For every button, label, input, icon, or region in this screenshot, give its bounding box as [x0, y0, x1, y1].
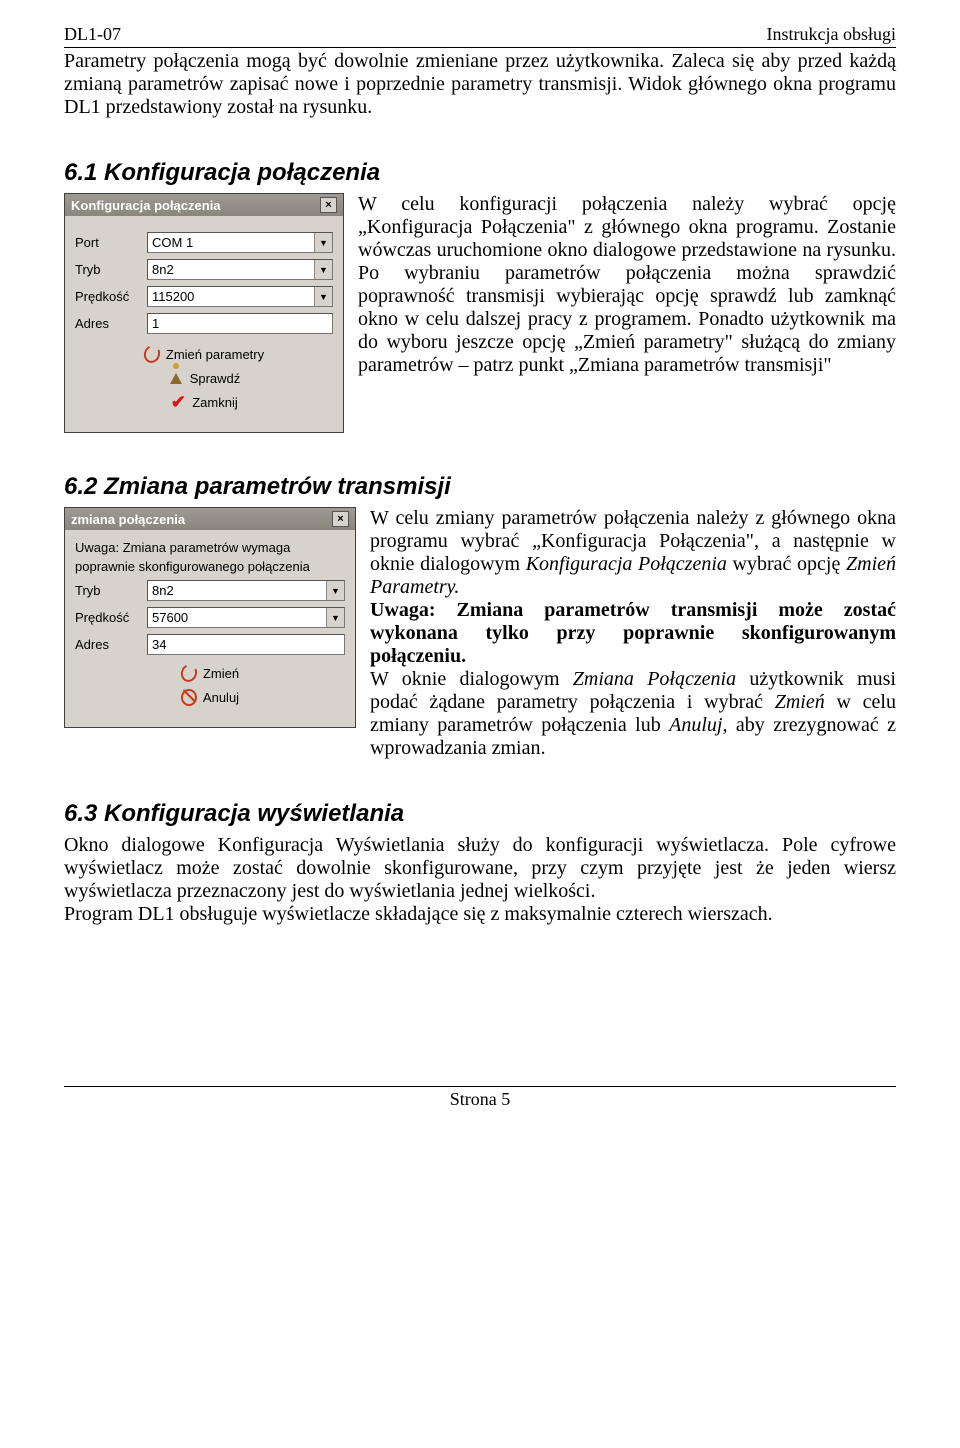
adres-value: 1 — [152, 316, 159, 331]
adres-value-2: 34 — [152, 637, 166, 652]
tryb-combo[interactable]: 8n2 ▼ — [147, 259, 333, 280]
intro-paragraph: Parametry połączenia mogą być dowolnie z… — [64, 50, 896, 119]
page-footer: Strona 5 — [64, 1086, 896, 1110]
predkosc-value-2: 57600 — [152, 610, 188, 625]
btn-zmien-label: Zmień parametry — [166, 347, 264, 362]
header-left: DL1-07 — [64, 24, 121, 45]
chevron-down-icon[interactable]: ▼ — [314, 287, 332, 306]
dialog-konfiguracja-polaczenia: Konfiguracja połączenia × Port COM 1 ▼ T… — [64, 193, 344, 433]
port-combo[interactable]: COM 1 ▼ — [147, 232, 333, 253]
chevron-down-icon[interactable]: ▼ — [314, 260, 332, 279]
btn-sprawdz-label: Sprawdź — [190, 371, 241, 386]
sprawdz-button[interactable]: Sprawdź — [75, 370, 333, 386]
adres-input[interactable]: 1 — [147, 313, 333, 334]
person-walk-icon — [168, 370, 184, 386]
section-6-2-title: 6.2 Zmiana parametrów transmisji — [64, 473, 896, 501]
section-6-3-text: Okno dialogowe Konfiguracja Wyświetlania… — [64, 834, 896, 926]
tryb-value-2: 8n2 — [152, 583, 174, 598]
predkosc-combo[interactable]: 115200 ▼ — [147, 286, 333, 307]
predkosc-value: 115200 — [152, 289, 194, 304]
port-value: COM 1 — [152, 235, 193, 250]
zmien-button[interactable]: Zmień — [75, 665, 345, 681]
dialog2-titlebar: zmiana połączenia × — [65, 508, 355, 530]
close-icon[interactable]: × — [332, 511, 349, 527]
tryb-value: 8n2 — [152, 262, 174, 277]
dialog1-title-text: Konfiguracja połączenia — [71, 198, 221, 213]
section-6-1-title: 6.1 Konfiguracja połączenia — [64, 159, 896, 187]
header-right: Instrukcja obsługi — [767, 24, 896, 45]
btn-zamknij-label: Zamknij — [192, 395, 238, 410]
section-6-3-title: 6.3 Konfiguracja wyświetlania — [64, 800, 896, 828]
anuluj-button[interactable]: Anuluj — [75, 689, 345, 705]
label-tryb-2: Tryb — [75, 583, 147, 598]
btn-anuluj-label: Anuluj — [203, 690, 239, 705]
tryb-combo-2[interactable]: 8n2 ▼ — [147, 580, 345, 601]
zmien-parametry-button[interactable]: Zmień parametry — [75, 346, 333, 362]
dialog-zmiana-polaczenia: zmiana połączenia × Uwaga: Zmiana parame… — [64, 507, 356, 728]
adres-input-2[interactable]: 34 — [147, 634, 345, 655]
chevron-down-icon[interactable]: ▼ — [326, 608, 344, 627]
label-adres: Adres — [75, 316, 147, 331]
close-icon[interactable]: × — [320, 197, 337, 213]
label-adres-2: Adres — [75, 637, 147, 652]
label-predkosc-2: Prędkość — [75, 610, 147, 625]
refresh-icon — [181, 665, 197, 681]
dialog2-warning-1: Uwaga: Zmiana parametrów wymaga — [75, 540, 345, 555]
page-header: DL1-07 Instrukcja obsługi — [64, 24, 896, 48]
zamknij-button[interactable]: ✔ Zamknij — [75, 394, 333, 410]
refresh-icon — [144, 346, 160, 362]
predkosc-combo-2[interactable]: 57600 ▼ — [147, 607, 345, 628]
cancel-icon — [181, 689, 197, 705]
label-tryb: Tryb — [75, 262, 147, 277]
chevron-down-icon[interactable]: ▼ — [326, 581, 344, 600]
dialog1-titlebar: Konfiguracja połączenia × — [65, 194, 343, 216]
chevron-down-icon[interactable]: ▼ — [314, 233, 332, 252]
dialog2-title-text: zmiana połączenia — [71, 512, 185, 527]
section-6-1-text: W celu konfiguracji połączenia należy wy… — [358, 193, 896, 377]
label-port: Port — [75, 235, 147, 250]
check-icon: ✔ — [170, 394, 186, 410]
btn-zmien2-label: Zmień — [203, 666, 239, 681]
label-predkosc: Prędkość — [75, 289, 147, 304]
dialog2-warning-2: poprawnie skonfigurowanego połączenia — [75, 559, 345, 574]
section-6-2-text: W celu zmiany parametrów połączenia nale… — [370, 507, 896, 760]
